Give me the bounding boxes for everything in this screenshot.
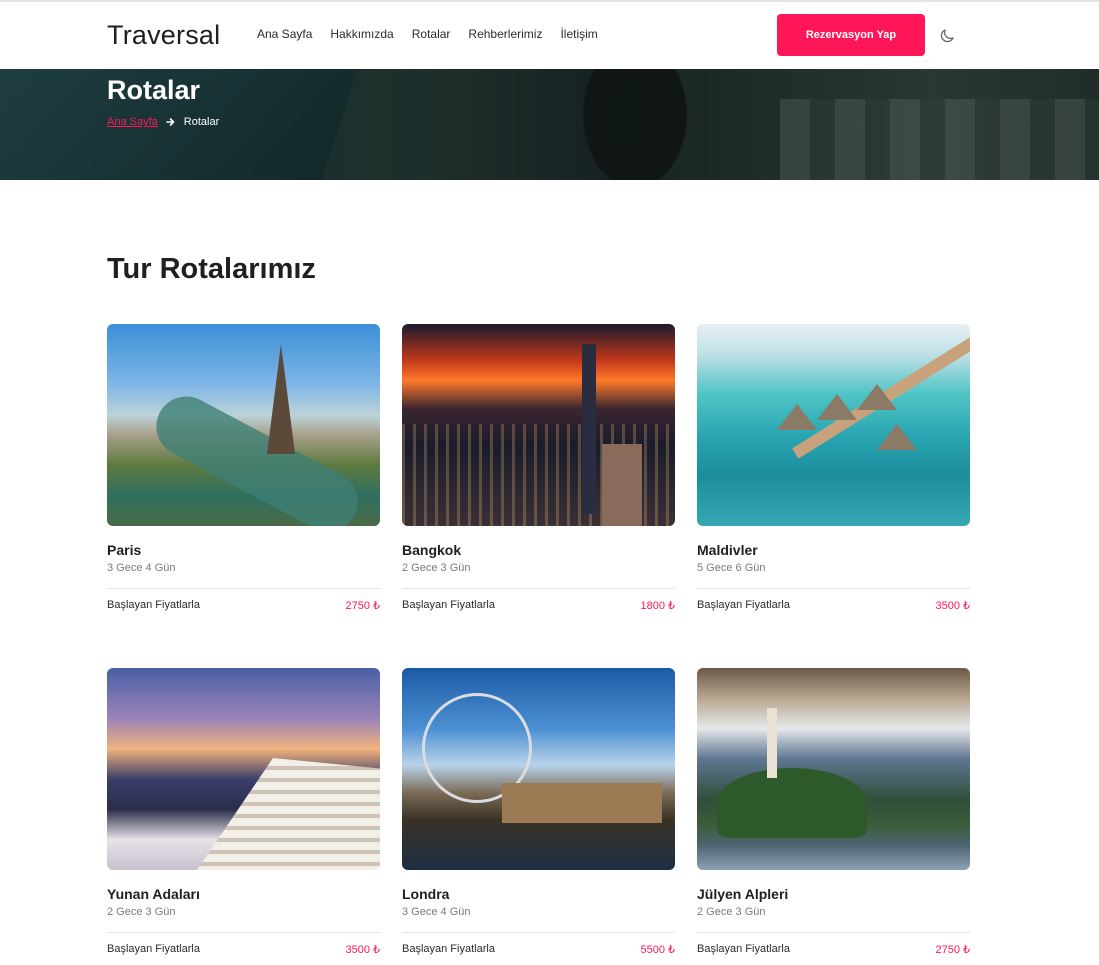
tour-name[interactable]: Paris [107, 542, 380, 558]
tour-image[interactable] [697, 668, 970, 870]
breadcrumb-home[interactable]: Ana Sayfa [107, 116, 158, 128]
tour-duration: 3 Gece 4 Gün [107, 562, 176, 574]
tour-card-london[interactable]: Londra 3 Gece 4 Gün Başlayan Fiyatlarla … [402, 668, 675, 956]
price-label: Başlayan Fiyatlarla [697, 599, 790, 611]
divider [402, 588, 675, 589]
section-title: Tur Rotalarımız [107, 253, 316, 285]
tour-card-maldives[interactable]: Maldivler 5 Gece 6 Gün Başlayan Fiyatlar… [697, 324, 970, 612]
price-label: Başlayan Fiyatlarla [402, 943, 495, 955]
divider [107, 932, 380, 933]
tour-image[interactable] [107, 668, 380, 870]
brand-logo[interactable]: Traversal [107, 20, 220, 51]
price-label: Başlayan Fiyatlarla [697, 943, 790, 955]
tour-price: 2750 ₺ [345, 600, 380, 612]
tour-price: 2750 ₺ [935, 944, 970, 956]
tour-name[interactable]: Jülyen Alpleri [697, 886, 970, 902]
tour-price: 3500 ₺ [345, 944, 380, 956]
tour-duration: 2 Gece 3 Gün [402, 562, 471, 574]
tour-price: 1800 ₺ [640, 600, 675, 612]
tour-card-julian-alps[interactable]: Jülyen Alpleri 2 Gece 3 Gün Başlayan Fiy… [697, 668, 970, 956]
tour-duration: 2 Gece 3 Gün [107, 906, 176, 918]
page-title: Rotalar [107, 75, 201, 105]
reservation-button[interactable]: Rezervasyon Yap [777, 14, 925, 56]
page-hero: Rotalar Ana Sayfa Rotalar [0, 69, 1099, 180]
divider [697, 932, 970, 933]
tour-name[interactable]: Londra [402, 886, 675, 902]
tour-name[interactable]: Yunan Adaları [107, 886, 380, 902]
navbar: Traversal Ana Sayfa Hakkımızda Rotalar R… [0, 2, 1099, 69]
breadcrumb: Ana Sayfa Rotalar [107, 116, 219, 128]
arrow-right-icon [165, 117, 176, 127]
nav-item-home[interactable]: Ana Sayfa [257, 27, 312, 41]
tour-name[interactable]: Bangkok [402, 542, 675, 558]
nav-item-guides[interactable]: Rehberlerimiz [468, 27, 542, 41]
tour-duration: 2 Gece 3 Gün [697, 906, 766, 918]
nav-item-contact[interactable]: İletişim [560, 27, 597, 41]
tour-image[interactable] [697, 324, 970, 526]
tour-price: 3500 ₺ [935, 600, 970, 612]
price-label: Başlayan Fiyatlarla [107, 943, 200, 955]
divider [697, 588, 970, 589]
main-menu: Ana Sayfa Hakkımızda Rotalar Rehberlerim… [257, 27, 598, 41]
divider [402, 932, 675, 933]
tour-card-paris[interactable]: Paris 3 Gece 4 Gün Başlayan Fiyatlarla 2… [107, 324, 380, 612]
divider [107, 588, 380, 589]
tour-image[interactable] [402, 668, 675, 870]
tour-name[interactable]: Maldivler [697, 542, 970, 558]
tour-image[interactable] [107, 324, 380, 526]
nav-item-about[interactable]: Hakkımızda [330, 27, 393, 41]
tour-image[interactable] [402, 324, 675, 526]
nav-item-routes[interactable]: Rotalar [412, 27, 451, 41]
price-label: Başlayan Fiyatlarla [402, 599, 495, 611]
moon-icon[interactable] [937, 26, 957, 46]
breadcrumb-current: Rotalar [183, 116, 220, 128]
tour-card-greek-islands[interactable]: Yunan Adaları 2 Gece 3 Gün Başlayan Fiya… [107, 668, 380, 956]
tour-duration: 3 Gece 4 Gün [402, 906, 471, 918]
tour-card-bangkok[interactable]: Bangkok 2 Gece 3 Gün Başlayan Fiyatlarla… [402, 324, 675, 612]
tour-price: 5500 ₺ [640, 944, 675, 956]
price-label: Başlayan Fiyatlarla [107, 599, 200, 611]
tour-duration: 5 Gece 6 Gün [697, 562, 766, 574]
